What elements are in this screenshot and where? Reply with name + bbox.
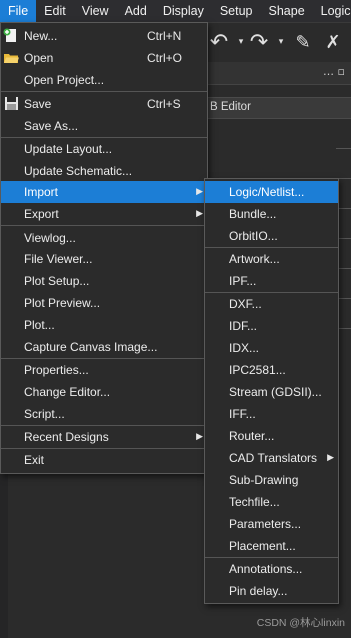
editor-tab[interactable]: B Editor	[205, 97, 351, 119]
watermark: CSDN @林心linxin	[256, 617, 345, 629]
menu-item-file-viewer[interactable]: File Viewer...	[1, 248, 207, 270]
menu-item-stream-gdsii[interactable]: Stream (GDSII)...	[205, 381, 338, 403]
menu-item-idx[interactable]: IDX...	[205, 337, 338, 359]
file-menu: New... Ctrl+N Open Ctrl+O Open Project..…	[0, 22, 208, 474]
menu-item-exit[interactable]: Exit	[1, 449, 207, 471]
menu-item-capture-canvas-image[interactable]: Capture Canvas Image...	[1, 336, 207, 358]
new-file-icon	[3, 28, 20, 44]
menu-item-update-layout[interactable]: Update Layout...	[1, 138, 207, 160]
menu-item-properties[interactable]: Properties...	[1, 359, 207, 381]
menu-shape[interactable]: Shape	[261, 0, 313, 22]
menu-logic[interactable]: Logic	[313, 0, 351, 22]
menu-item-ipc2581[interactable]: IPC2581...	[205, 359, 338, 381]
menu-item-plot-setup[interactable]: Plot Setup...	[1, 270, 207, 292]
menu-item-save[interactable]: Save Ctrl+S	[1, 93, 207, 115]
submenu-arrow-icon: ▶	[196, 187, 203, 197]
menu-item-sub-drawing[interactable]: Sub-Drawing	[205, 469, 338, 491]
save-disk-icon	[3, 96, 20, 112]
menu-item-annotations[interactable]: Annotations...	[205, 558, 338, 580]
window-controls[interactable]: … ▫	[323, 65, 345, 78]
pin-x-icon[interactable]: ✗	[319, 28, 347, 56]
menu-item-open[interactable]: Open Ctrl+O	[1, 47, 207, 69]
menu-item-orbitio[interactable]: OrbitIO...	[205, 225, 338, 247]
menu-item-new[interactable]: New... Ctrl+N	[1, 25, 207, 47]
menu-item-recent-designs[interactable]: Recent Designs ▶	[1, 426, 207, 448]
menu-item-export[interactable]: Export ▶	[1, 203, 207, 225]
menu-view[interactable]: View	[74, 0, 117, 22]
menu-display[interactable]: Display	[155, 0, 212, 22]
menu-item-plot-preview[interactable]: Plot Preview...	[1, 292, 207, 314]
menu-item-import[interactable]: Import ▶	[1, 181, 207, 203]
menu-item-dxf[interactable]: DXF...	[205, 293, 338, 315]
menu-item-router[interactable]: Router...	[205, 425, 338, 447]
menu-item-pin-delay[interactable]: Pin delay...	[205, 580, 338, 602]
menubar: File Edit View Add Display Setup Shape L…	[0, 0, 351, 23]
menu-item-idf[interactable]: IDF...	[205, 315, 338, 337]
panel-header: … ▫	[205, 62, 351, 85]
pin-icon[interactable]: ✎	[289, 28, 317, 56]
submenu-arrow-icon: ▶	[196, 209, 203, 219]
menu-setup[interactable]: Setup	[212, 0, 261, 22]
menu-file[interactable]: File	[0, 0, 37, 22]
menu-item-change-editor[interactable]: Change Editor...	[1, 381, 207, 403]
open-folder-icon	[3, 50, 20, 66]
menu-item-techfile[interactable]: Techfile...	[205, 491, 338, 513]
menu-item-placement[interactable]: Placement...	[205, 535, 338, 557]
menu-item-logic-netlist[interactable]: Logic/Netlist...	[205, 181, 338, 203]
menu-item-cad-translators[interactable]: CAD Translators ▶	[205, 447, 338, 469]
menu-add[interactable]: Add	[117, 0, 155, 22]
import-submenu: Logic/Netlist... Bundle... OrbitIO... Ar…	[204, 178, 339, 604]
menu-item-artwork[interactable]: Artwork...	[205, 248, 338, 270]
menu-edit[interactable]: Edit	[36, 0, 74, 22]
menu-item-open-project[interactable]: Open Project...	[1, 69, 207, 91]
submenu-arrow-icon: ▶	[327, 453, 334, 463]
menu-item-parameters[interactable]: Parameters...	[205, 513, 338, 535]
menu-item-save-as[interactable]: Save As...	[1, 115, 207, 137]
menu-item-bundle[interactable]: Bundle...	[205, 203, 338, 225]
menu-item-script[interactable]: Script...	[1, 403, 207, 425]
editor-tab-label: B Editor	[210, 101, 251, 113]
separator	[1, 225, 207, 226]
menu-item-iff[interactable]: IFF...	[205, 403, 338, 425]
submenu-arrow-icon: ▶	[196, 432, 203, 442]
menu-item-plot[interactable]: Plot...	[1, 314, 207, 336]
menu-item-ipf[interactable]: IPF...	[205, 270, 338, 292]
toolbar: ↶ ▾ ↷ ▾ ✎ ✗	[205, 22, 351, 62]
menu-item-update-schematic[interactable]: Update Schematic...	[1, 160, 207, 182]
menu-item-viewlog[interactable]: Viewlog...	[1, 227, 207, 249]
separator	[1, 91, 207, 92]
